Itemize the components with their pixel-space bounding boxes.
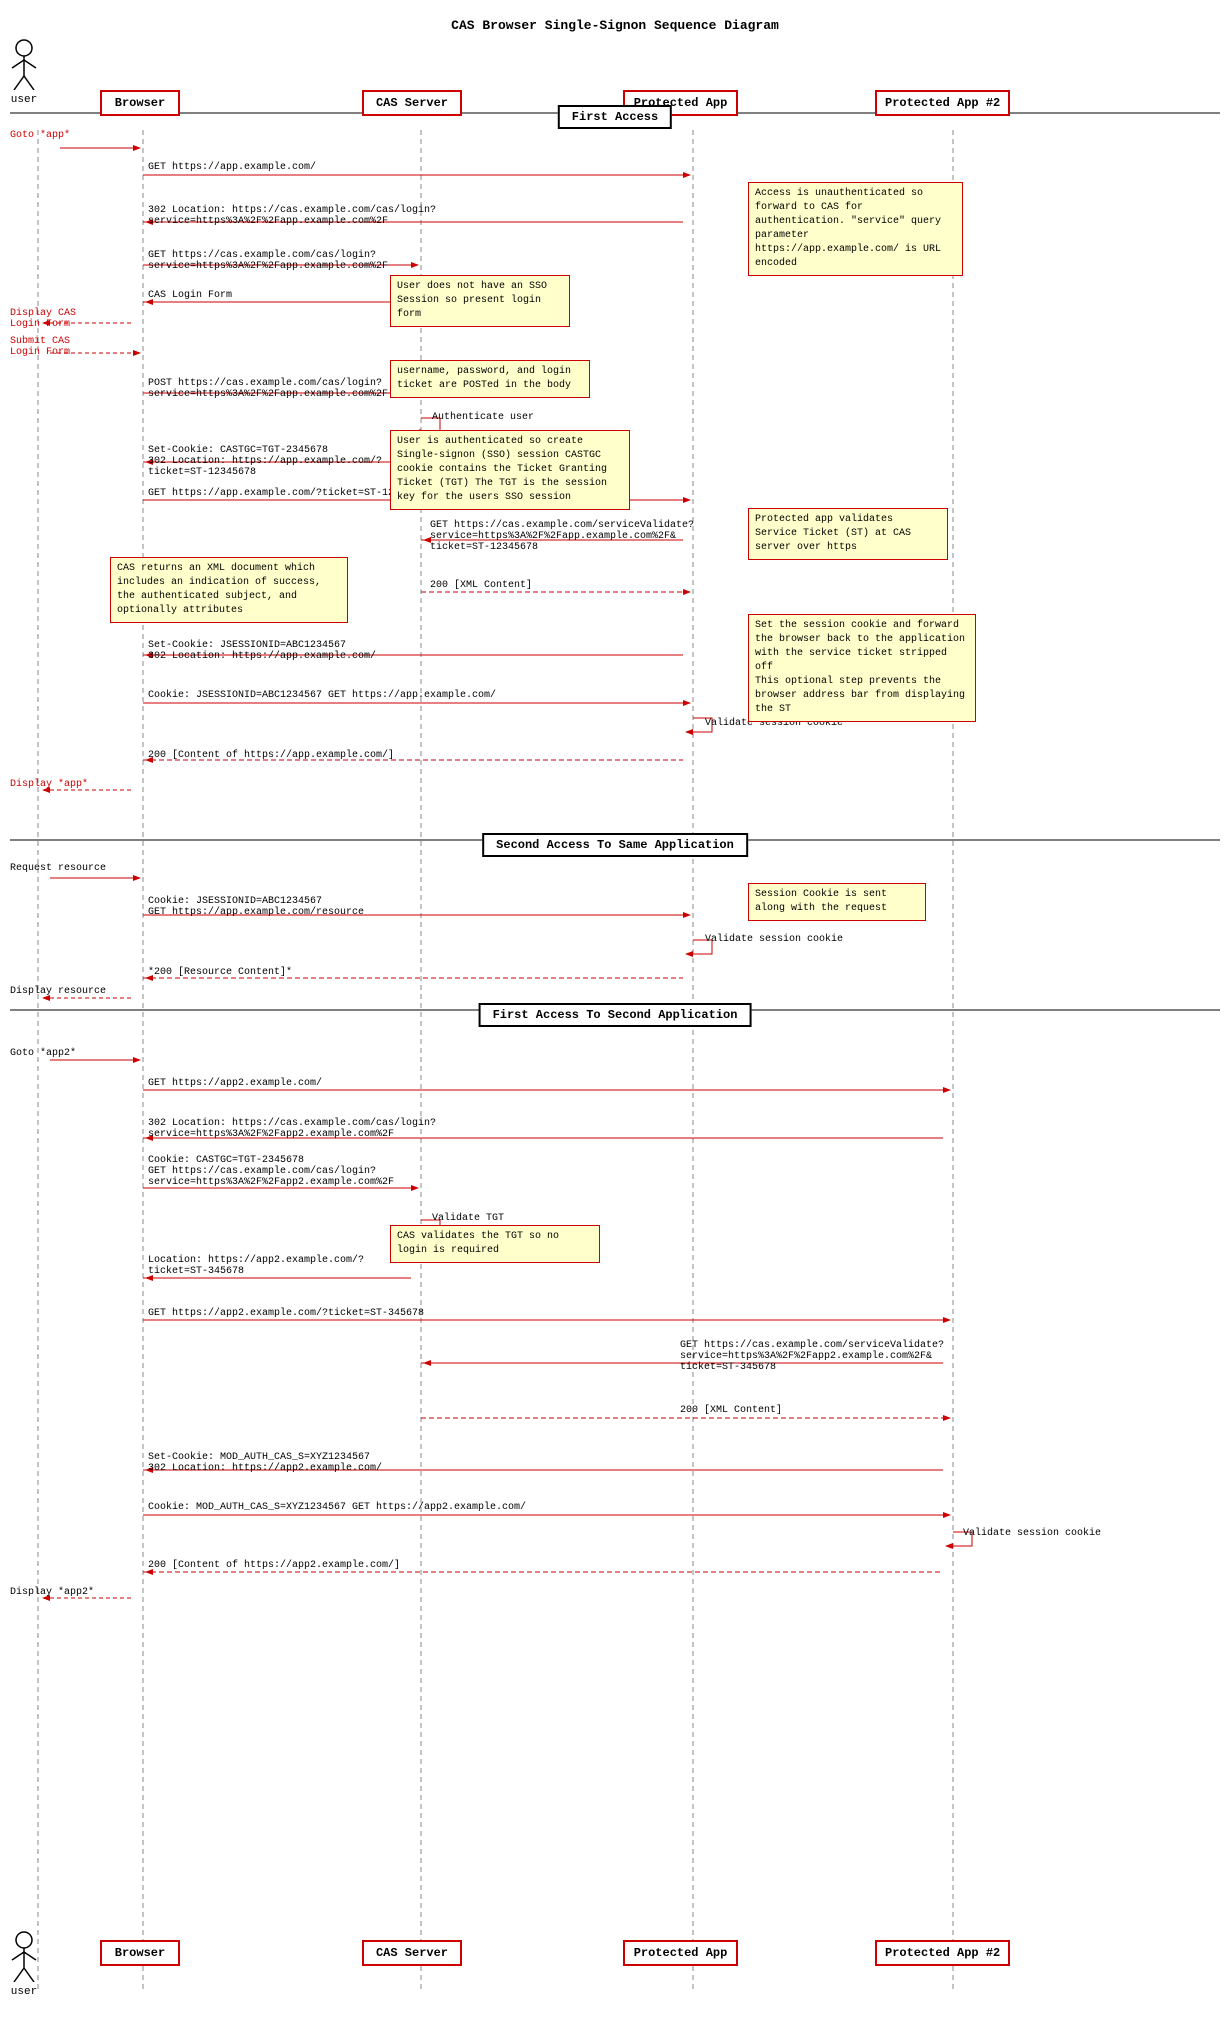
msg-servicevalidate: GET https://cas.example.com/serviceValid… [430, 520, 694, 553]
msg-validate-session-2: Validate session cookie [705, 934, 843, 945]
cas-header-bottom: CAS Server [362, 1940, 462, 1966]
msg-post-cas: POST https://cas.example.com/cas/login?s… [148, 378, 388, 400]
note-credentials: username, password, and login ticket are… [390, 360, 590, 398]
msg-cookie-resource: Cookie: JSESSIONID=ABC1234567GET https:/… [148, 896, 364, 918]
diagram-container: CAS Browser Single-Signon Sequence Diagr… [0, 0, 1230, 2020]
msg-get-app: GET https://app.example.com/ [148, 162, 316, 173]
msg-validate-session-app2: Validate session cookie [963, 1528, 1101, 1539]
msg-200-xml-app2: 200 [XML Content] [680, 1405, 782, 1416]
section2-label: Second Access To Same Application [482, 833, 748, 857]
msg-display-resource: Display resource [10, 986, 106, 997]
msg-get-ticket: GET https://app.example.com/?ticket=ST-1… [148, 488, 430, 499]
browser-header-top: Browser [100, 90, 180, 116]
msg-200-content-app: 200 [Content of https://app.example.com/… [148, 750, 394, 761]
app2-header-bottom: Protected App #2 [875, 1940, 1010, 1966]
msg-request-resource: Request resource [10, 863, 106, 874]
msg-validate-tgt: Validate TGT [432, 1213, 504, 1224]
bottom-user-actor: user [8, 1930, 40, 1998]
msg-set-cookie-mod-auth: Set-Cookie: MOD_AUTH_CAS_S=XYZ1234567302… [148, 1452, 382, 1474]
msg-submit-cas-login: Submit CASLogin Form [10, 336, 70, 358]
note-set-session-cookie: Set the session cookie and forward the b… [748, 614, 976, 722]
msg-location-app2-ticket: Location: https://app2.example.com/?tick… [148, 1255, 364, 1277]
msg-get-app2: GET https://app2.example.com/ [148, 1078, 322, 1089]
section1-label: First Access [558, 105, 672, 129]
msg-display-cas-login: Display CASLogin Form [10, 308, 76, 330]
diagram-title: CAS Browser Single-Signon Sequence Diagr… [0, 8, 1230, 38]
msg-goto-app: Goto *app* [10, 130, 70, 141]
bottom-user-label: user [8, 1986, 40, 1998]
app2-header-top: Protected App #2 [875, 90, 1010, 116]
msg-302-cas: 302 Location: https://cas.example.com/ca… [148, 205, 436, 227]
note-cas-validates-tgt: CAS validates the TGT so no login is req… [390, 1225, 600, 1263]
note-cas-xml: CAS returns an XML document which includ… [110, 557, 348, 623]
msg-get-cas-login: GET https://cas.example.com/cas/login?se… [148, 250, 388, 272]
msg-cookie-jsessionid-get: Cookie: JSESSIONID=ABC1234567 GET https:… [148, 690, 496, 701]
msg-302-cas-app2: 302 Location: https://cas.example.com/ca… [148, 1118, 436, 1140]
msg-cookie-mod-auth-get: Cookie: MOD_AUTH_CAS_S=XYZ1234567 GET ht… [148, 1502, 526, 1513]
msg-display-app2: Display *app2* [10, 1587, 94, 1598]
msg-auth-user: Authenticate user [432, 412, 534, 423]
app1-header-bottom: Protected App [623, 1940, 738, 1966]
msg-get-app2-ticket: GET https://app2.example.com/?ticket=ST-… [148, 1308, 424, 1319]
top-user-label: user [8, 94, 40, 106]
cas-header-top: CAS Server [362, 90, 462, 116]
msg-200-resource: *200 [Resource Content]* [148, 967, 292, 978]
msg-200-content-app2: 200 [Content of https://app2.example.com… [148, 1560, 400, 1571]
msg-cas-login-form: CAS Login Form [148, 290, 232, 301]
msg-set-cookie-castgc: Set-Cookie: CASTGC=TGT-2345678302 Locati… [148, 445, 382, 478]
note-no-sso: User does not have an SSO Session so pre… [390, 275, 570, 327]
msg-goto-app2: Goto *app2* [10, 1048, 76, 1059]
top-user-actor: user [8, 38, 40, 106]
note-unauthenticated: Access is unauthenticated so forward to … [748, 182, 963, 276]
msg-servicevalidate-app2: GET https://cas.example.com/serviceValid… [680, 1340, 944, 1373]
msg-set-cookie-jsessionid: Set-Cookie: JSESSIONID=ABC1234567302 Loc… [148, 640, 376, 662]
msg-200-xml: 200 [XML Content] [430, 580, 532, 591]
section3-label: First Access To Second Application [479, 1003, 752, 1027]
msg-display-app: Display *app* [10, 779, 88, 790]
note-sso-session: User is authenticated so create Single-s… [390, 430, 630, 510]
browser-header-bottom: Browser [100, 1940, 180, 1966]
note-app-validates: Protected app validates Service Ticket (… [748, 508, 948, 560]
msg-cookie-castgc-get: Cookie: CASTGC=TGT-2345678GET https://ca… [148, 1155, 394, 1188]
note-session-cookie-sent: Session Cookie is sent along with the re… [748, 883, 926, 921]
